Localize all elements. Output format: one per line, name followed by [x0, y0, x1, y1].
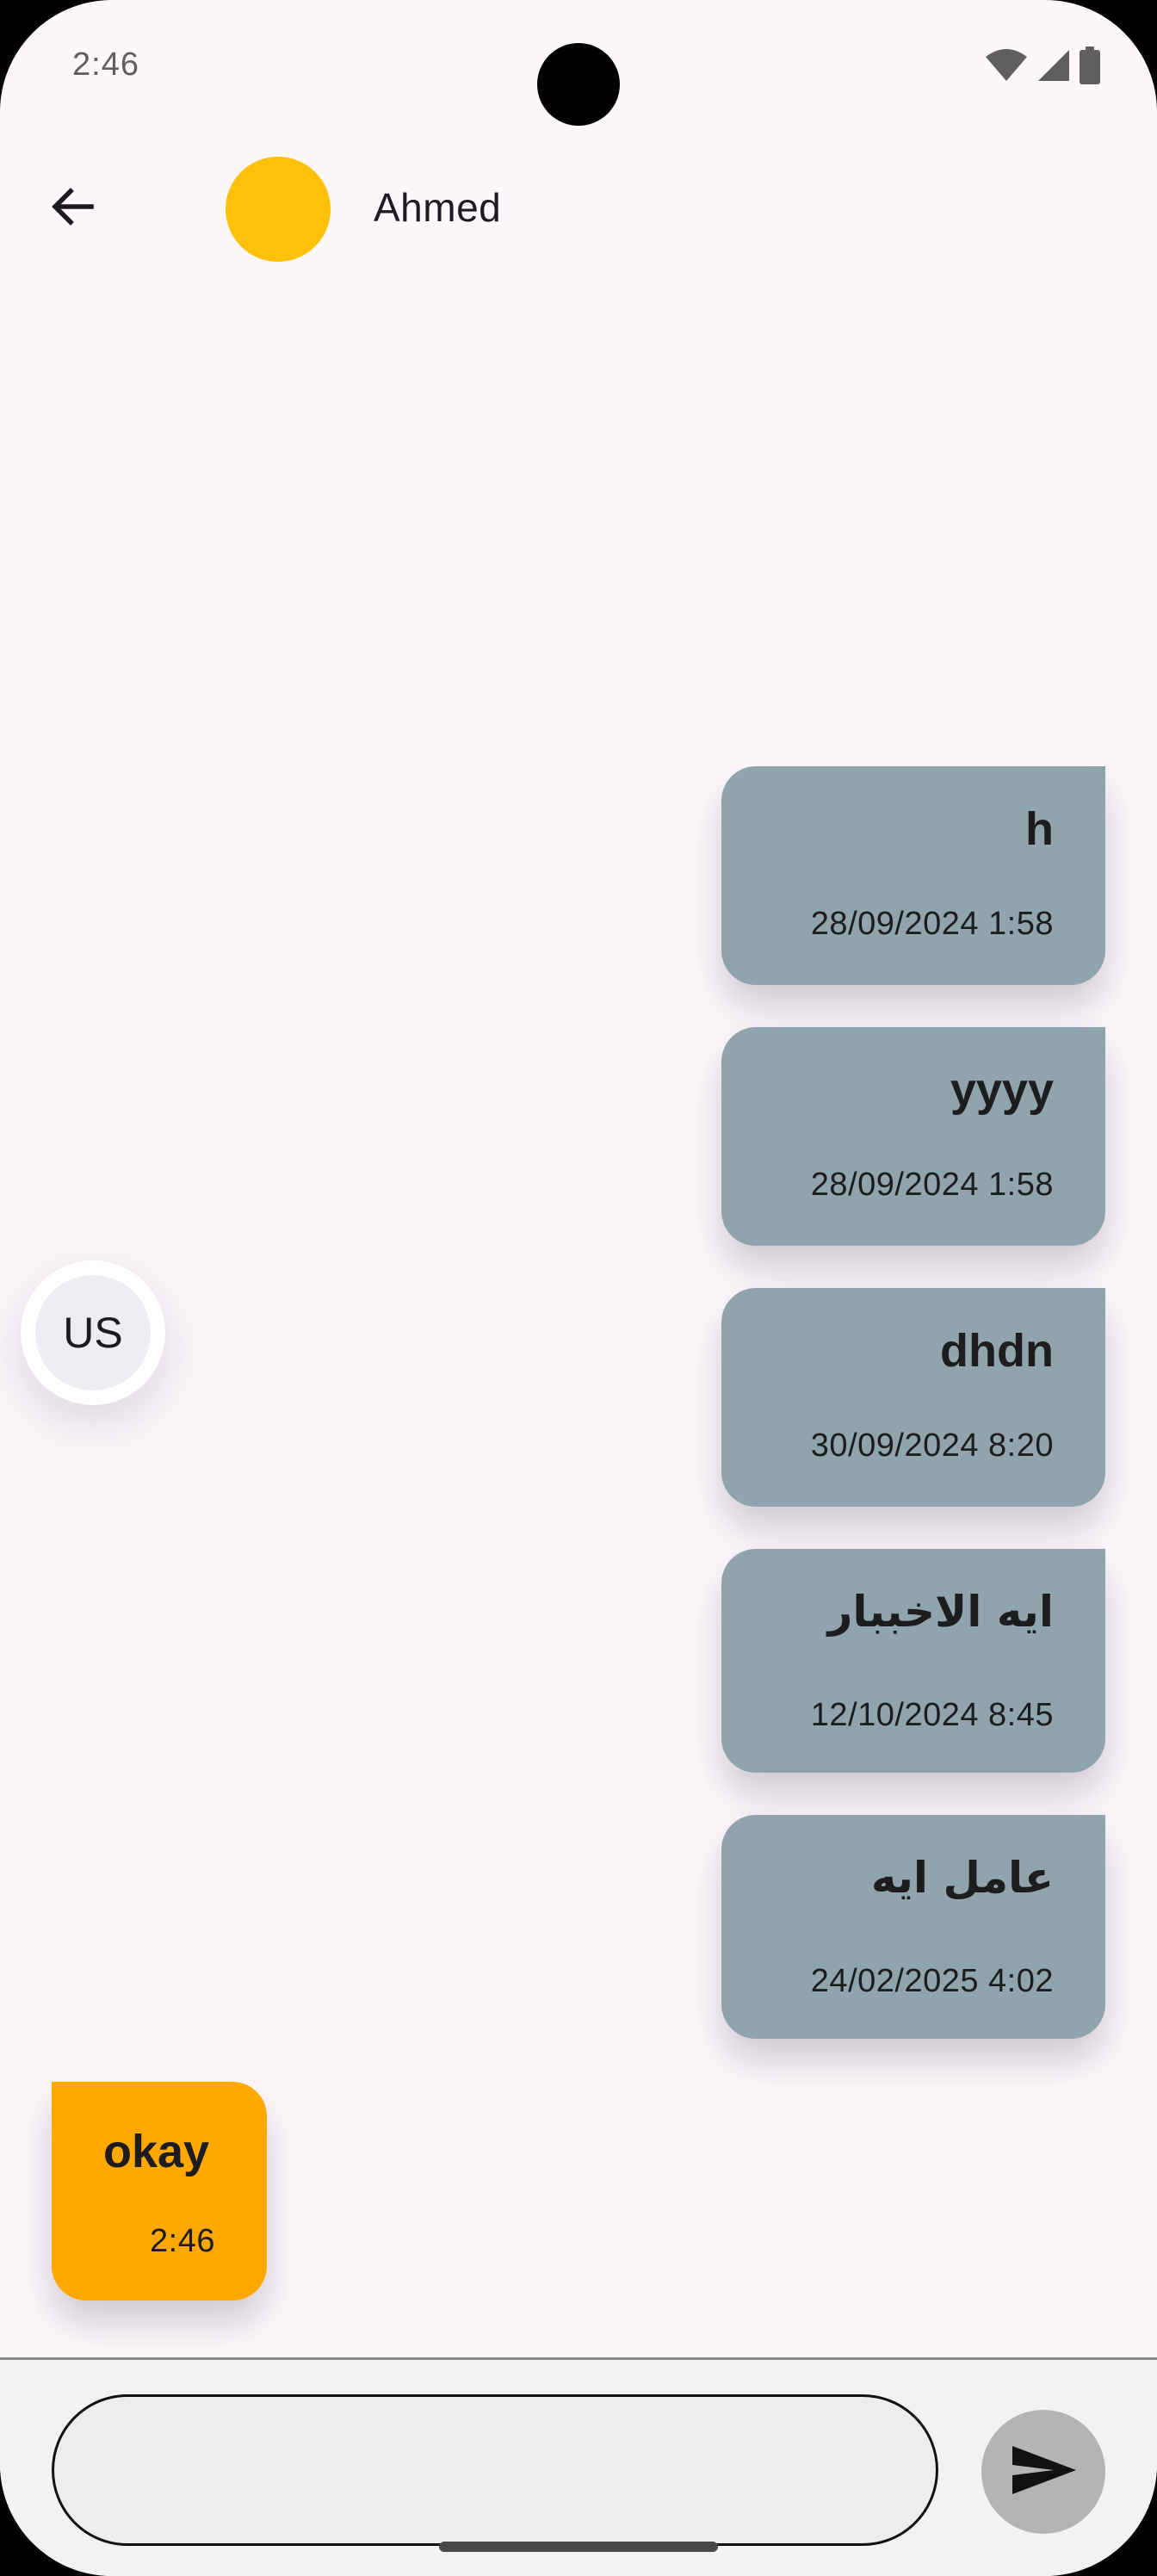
message-timestamp: 28/09/2024 1:58: [810, 906, 1054, 942]
contact-name[interactable]: Ahmed: [374, 184, 501, 231]
message-bubble-sent[interactable]: h 28/09/2024 1:58: [721, 766, 1105, 985]
message-bubble-sent[interactable]: dhdn 30/09/2024 8:20: [721, 1288, 1105, 1507]
camera-cutout: [537, 43, 620, 126]
message-text: h: [1025, 803, 1054, 855]
message-text: yyyy: [950, 1064, 1054, 1116]
status-time: 2:46: [72, 46, 139, 83]
message-timestamp: 12/10/2024 8:45: [810, 1697, 1054, 1733]
message-timestamp: 30/09/2024 8:20: [810, 1427, 1054, 1464]
message-text: okay: [103, 2126, 210, 2177]
message-bubble-received[interactable]: okay 2:46: [52, 2082, 267, 2300]
home-indicator[interactable]: [439, 2542, 718, 2552]
send-icon: [1009, 2443, 1078, 2502]
contact-avatar[interactable]: [226, 157, 331, 262]
message-text: dhdn: [940, 1325, 1054, 1377]
message-text: عامل ايه: [870, 1853, 1054, 1903]
message-input[interactable]: [52, 2394, 938, 2546]
arrow-left-icon: [50, 184, 95, 233]
message-timestamp: 28/09/2024 1:58: [810, 1167, 1054, 1203]
floating-user-chip[interactable]: US: [21, 1260, 165, 1405]
message-bubble-sent[interactable]: yyyy 28/09/2024 1:58: [721, 1027, 1105, 1246]
message-bubble-sent[interactable]: عامل ايه 24/02/2025 4:02: [721, 1815, 1105, 2039]
send-button[interactable]: [981, 2410, 1105, 2534]
message-timestamp: 2:46: [150, 2223, 215, 2259]
cell-signal-icon: [1036, 48, 1071, 87]
chat-screen: 2:46 Ahmed h 28/09/2024 1:58 yyyy 28/09/…: [0, 0, 1157, 2576]
wifi-icon: [985, 48, 1028, 87]
user-chip-label: US: [35, 1275, 151, 1390]
message-timestamp: 24/02/2025 4:02: [810, 1963, 1054, 1999]
message-text: ايه الاخببار: [827, 1587, 1054, 1637]
back-button[interactable]: [38, 174, 107, 243]
message-bubble-sent[interactable]: ايه الاخببار 12/10/2024 8:45: [721, 1549, 1105, 1773]
status-icons: [985, 46, 1100, 89]
battery-icon: [1080, 46, 1100, 89]
